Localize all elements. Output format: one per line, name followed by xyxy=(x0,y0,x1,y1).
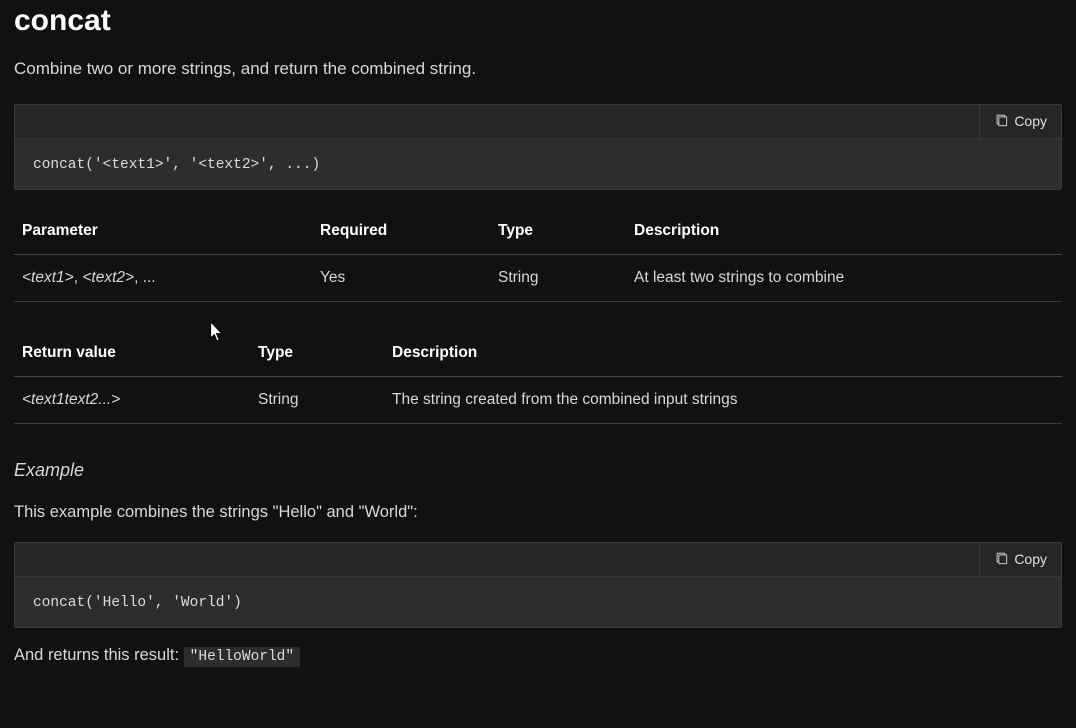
syntax-code-block: Copy concat('<text1>', '<text2>', ...) xyxy=(14,104,1062,190)
return-table: Return value Type Description <text1text… xyxy=(14,330,1062,424)
return-type-cell: String xyxy=(250,376,384,423)
page-title: concat xyxy=(14,0,1062,38)
copy-icon xyxy=(994,551,1008,568)
copy-button[interactable]: Copy xyxy=(979,105,1061,138)
example-code: concat('Hello', 'World') xyxy=(33,595,242,611)
code-block-body: concat('<text1>', '<text2>', ...) xyxy=(15,139,1061,189)
copy-icon xyxy=(994,113,1008,130)
type-cell: String xyxy=(490,254,626,301)
table-row: <text1>, <text2>, ... Yes String At leas… xyxy=(14,254,1062,301)
return-value-header: Return value xyxy=(14,330,250,377)
code-block-header: Copy xyxy=(15,543,1061,577)
required-header: Required xyxy=(312,208,490,255)
description-cell: At least two strings to combine xyxy=(626,254,1062,301)
type-header: Type xyxy=(490,208,626,255)
page-description: Combine two or more strings, and return … xyxy=(14,56,1062,82)
parameters-table: Parameter Required Type Description <tex… xyxy=(14,208,1062,302)
required-cell: Yes xyxy=(312,254,490,301)
example-result: And returns this result: "HelloWorld" xyxy=(14,646,1062,665)
example-code-block: Copy concat('Hello', 'World') xyxy=(14,542,1062,628)
result-code: "HelloWorld" xyxy=(184,647,300,667)
code-block-header: Copy xyxy=(15,105,1061,139)
example-intro: This example combines the strings "Hello… xyxy=(14,503,1062,522)
return-value-cell: <text1text2...> xyxy=(14,376,250,423)
code-block-body: concat('Hello', 'World') xyxy=(15,577,1061,627)
parameters-header-row: Parameter Required Type Description xyxy=(14,208,1062,255)
return-header-row: Return value Type Description xyxy=(14,330,1062,377)
return-description-cell: The string created from the combined inp… xyxy=(384,376,1062,423)
syntax-code: concat('<text1>', '<text2>', ...) xyxy=(33,157,320,173)
example-heading: Example xyxy=(14,460,1062,481)
copy-button-label: Copy xyxy=(1014,113,1047,129)
return-type-header: Type xyxy=(250,330,384,377)
table-row: <text1text2...> String The string create… xyxy=(14,376,1062,423)
return-description-header: Description xyxy=(384,330,1062,377)
result-prefix: And returns this result: xyxy=(14,646,184,664)
description-header: Description xyxy=(626,208,1062,255)
copy-button[interactable]: Copy xyxy=(979,543,1061,576)
copy-button-label: Copy xyxy=(1014,551,1047,567)
parameter-cell: <text1>, <text2>, ... xyxy=(14,254,312,301)
parameter-header: Parameter xyxy=(14,208,312,255)
